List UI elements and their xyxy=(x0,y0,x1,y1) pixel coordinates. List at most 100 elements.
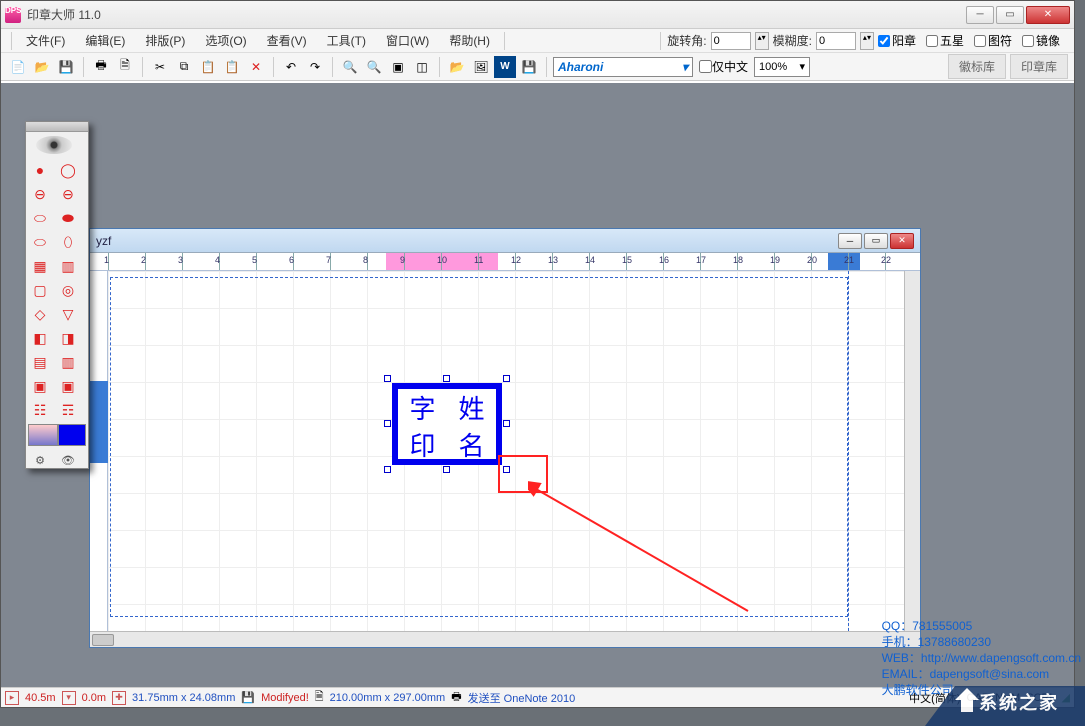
menu-layout[interactable]: 排版(P) xyxy=(137,30,193,51)
rotate-input[interactable] xyxy=(711,32,751,50)
zoomout-button[interactable]: 🔍 xyxy=(363,56,385,78)
shape-ellipse-icon[interactable]: ⬭ xyxy=(26,206,54,230)
size-icon: ✚ xyxy=(112,691,126,705)
document-window: yzf ─ ▭ ✕ /* ticks drawn via JS below */… xyxy=(89,228,921,648)
main-window: DPS 印章大师 11.0 ─ ▭ ✕ 文件(F) 编辑(E) 排版(P) 选项… xyxy=(0,0,1075,708)
menu-help[interactable]: 帮助(H) xyxy=(441,30,498,51)
word-button[interactable]: W xyxy=(494,56,516,78)
undo-button[interactable]: ↶ xyxy=(280,56,302,78)
titlebar: DPS 印章大师 11.0 ─ ▭ ✕ xyxy=(1,1,1074,29)
stamp-object[interactable]: 字 姓 印 名 xyxy=(392,383,502,465)
close-button[interactable]: ✕ xyxy=(1026,6,1070,24)
shape-rowy-icon[interactable]: ☶ xyxy=(54,398,82,422)
menu-file[interactable]: 文件(F) xyxy=(18,30,73,51)
tab-logo-library[interactable]: 徽标库 xyxy=(948,54,1006,79)
menu-window[interactable]: 窗口(W) xyxy=(378,30,437,51)
shape-cols-icon[interactable]: ▥ xyxy=(54,350,82,374)
redo-button[interactable]: ↷ xyxy=(304,56,326,78)
shape-triangle-icon[interactable]: ▽ xyxy=(54,302,82,326)
menu-edit[interactable]: 编辑(E) xyxy=(77,30,133,51)
ruler-vertical[interactable] xyxy=(90,271,108,631)
shape-sun-icon[interactable]: ⊖ xyxy=(26,182,54,206)
shape-grid2-icon[interactable]: ▥ xyxy=(54,254,82,278)
menu-options[interactable]: 选项(O) xyxy=(197,30,254,51)
font-select[interactable]: Aharoni▾ xyxy=(553,57,693,77)
blur-input[interactable] xyxy=(816,32,856,50)
canvas[interactable]: 字 姓 印 名 xyxy=(108,271,904,631)
fit-button[interactable]: ▣ xyxy=(387,56,409,78)
shape-oval-h-icon[interactable]: ⬭ xyxy=(26,230,54,254)
swatch-gradient[interactable] xyxy=(28,424,58,446)
divider xyxy=(11,32,12,50)
stamp-selection[interactable]: 字 姓 印 名 xyxy=(388,379,506,469)
resize-handle[interactable] xyxy=(384,375,391,382)
chevron-down-icon: ▾ xyxy=(799,60,805,73)
shape-rowx-icon[interactable]: ☷ xyxy=(26,398,54,422)
open-folder-button[interactable]: 📂 xyxy=(446,56,468,78)
print-button[interactable]: 🖶 xyxy=(90,56,112,78)
save-button[interactable]: 💾 xyxy=(55,56,77,78)
tab-stamp-library[interactable]: 印章库 xyxy=(1010,54,1068,79)
shape-circle-icon[interactable]: ◯ xyxy=(54,158,82,182)
image-button[interactable]: 🖼 xyxy=(470,56,492,78)
shape-ellipse2-icon[interactable]: ⬬ xyxy=(54,206,82,230)
doc-minimize-button[interactable]: ─ xyxy=(838,233,862,249)
doc-close-button[interactable]: ✕ xyxy=(890,233,914,249)
minimize-button[interactable]: ─ xyxy=(966,6,994,24)
doc-scrollbar-horizontal[interactable] xyxy=(90,631,920,647)
chk-star[interactable]: 五星 xyxy=(926,32,964,49)
zoomin-button[interactable]: 🔍 xyxy=(339,56,361,78)
palette-eye-icon[interactable]: 👁 xyxy=(54,448,82,472)
document-name: yzf xyxy=(96,234,838,248)
shape-box1-icon[interactable]: ▣ xyxy=(26,374,54,398)
palette-settings-icon[interactable]: ⚙ xyxy=(26,448,54,472)
tool-palette[interactable]: ●◯ ⊖⊖ ⬭⬬ ⬭⬯ ▦▥ ▢◎ ◇▽ ◧◨ ▤▥ ▣▣ ☷☶ ⚙ 👁 xyxy=(25,121,89,469)
shape-box2-icon[interactable]: ▣ xyxy=(54,374,82,398)
shape-ring-icon[interactable]: ⊖ xyxy=(54,182,82,206)
chk-yang[interactable]: 阳章 xyxy=(878,32,916,49)
resize-handle[interactable] xyxy=(503,420,510,427)
open-button[interactable]: 📂 xyxy=(31,56,53,78)
save-as-button[interactable]: 💾 xyxy=(518,56,540,78)
status-printer: 发送至 OneNote 2010 xyxy=(468,690,576,706)
divider xyxy=(660,32,661,50)
cut-button[interactable]: ✂ xyxy=(149,56,171,78)
maximize-button[interactable]: ▭ xyxy=(996,6,1024,24)
shape-bars-icon[interactable]: ▤ xyxy=(26,350,54,374)
scrollbar-thumb[interactable] xyxy=(92,634,114,646)
preview-button[interactable]: 🗎 xyxy=(114,56,136,78)
shape-splitL-icon[interactable]: ◧ xyxy=(26,326,54,350)
resize-handle[interactable] xyxy=(384,420,391,427)
menu-view[interactable]: 查看(V) xyxy=(259,30,315,51)
shape-filled-circle-icon[interactable]: ● xyxy=(26,158,54,182)
shape-target-icon[interactable]: ◎ xyxy=(54,278,82,302)
blur-spinner[interactable]: ▴▾ xyxy=(860,32,874,50)
delete-button[interactable]: ✕ xyxy=(245,56,267,78)
ruler-horizontal[interactable]: /* ticks drawn via JS below */ 123456789… xyxy=(90,253,920,271)
chk-symbol[interactable]: 图符 xyxy=(974,32,1012,49)
paste-button[interactable]: 📋 xyxy=(197,56,219,78)
doc-scrollbar-vertical[interactable] xyxy=(904,271,920,631)
new-button[interactable]: 📄 xyxy=(7,56,29,78)
rotate-spinner[interactable]: ▴▾ xyxy=(755,32,769,50)
shape-grid-icon[interactable]: ▦ xyxy=(26,254,54,278)
document-titlebar[interactable]: yzf ─ ▭ ✕ xyxy=(90,229,920,253)
shape-splitR-icon[interactable]: ◨ xyxy=(54,326,82,350)
resize-handle[interactable] xyxy=(443,375,450,382)
palette-titlebar[interactable] xyxy=(26,122,88,132)
paste2-button[interactable]: 📋 xyxy=(221,56,243,78)
doc-maximize-button[interactable]: ▭ xyxy=(864,233,888,249)
menu-tools[interactable]: 工具(T) xyxy=(319,30,374,51)
actual-button[interactable]: ◫ xyxy=(411,56,433,78)
zoom-select[interactable]: 100%▾ xyxy=(754,57,810,77)
resize-handle[interactable] xyxy=(443,466,450,473)
shape-diamond-icon[interactable]: ◇ xyxy=(26,302,54,326)
shape-square-icon[interactable]: ▢ xyxy=(26,278,54,302)
swatch-blue[interactable] xyxy=(58,424,86,446)
chk-mirror[interactable]: 镜像 xyxy=(1022,32,1060,49)
chk-only-cn[interactable]: 仅中文 xyxy=(699,58,748,75)
shape-oval-v-icon[interactable]: ⬯ xyxy=(54,230,82,254)
resize-handle[interactable] xyxy=(503,375,510,382)
copy-button[interactable]: ⧉ xyxy=(173,56,195,78)
resize-handle[interactable] xyxy=(384,466,391,473)
